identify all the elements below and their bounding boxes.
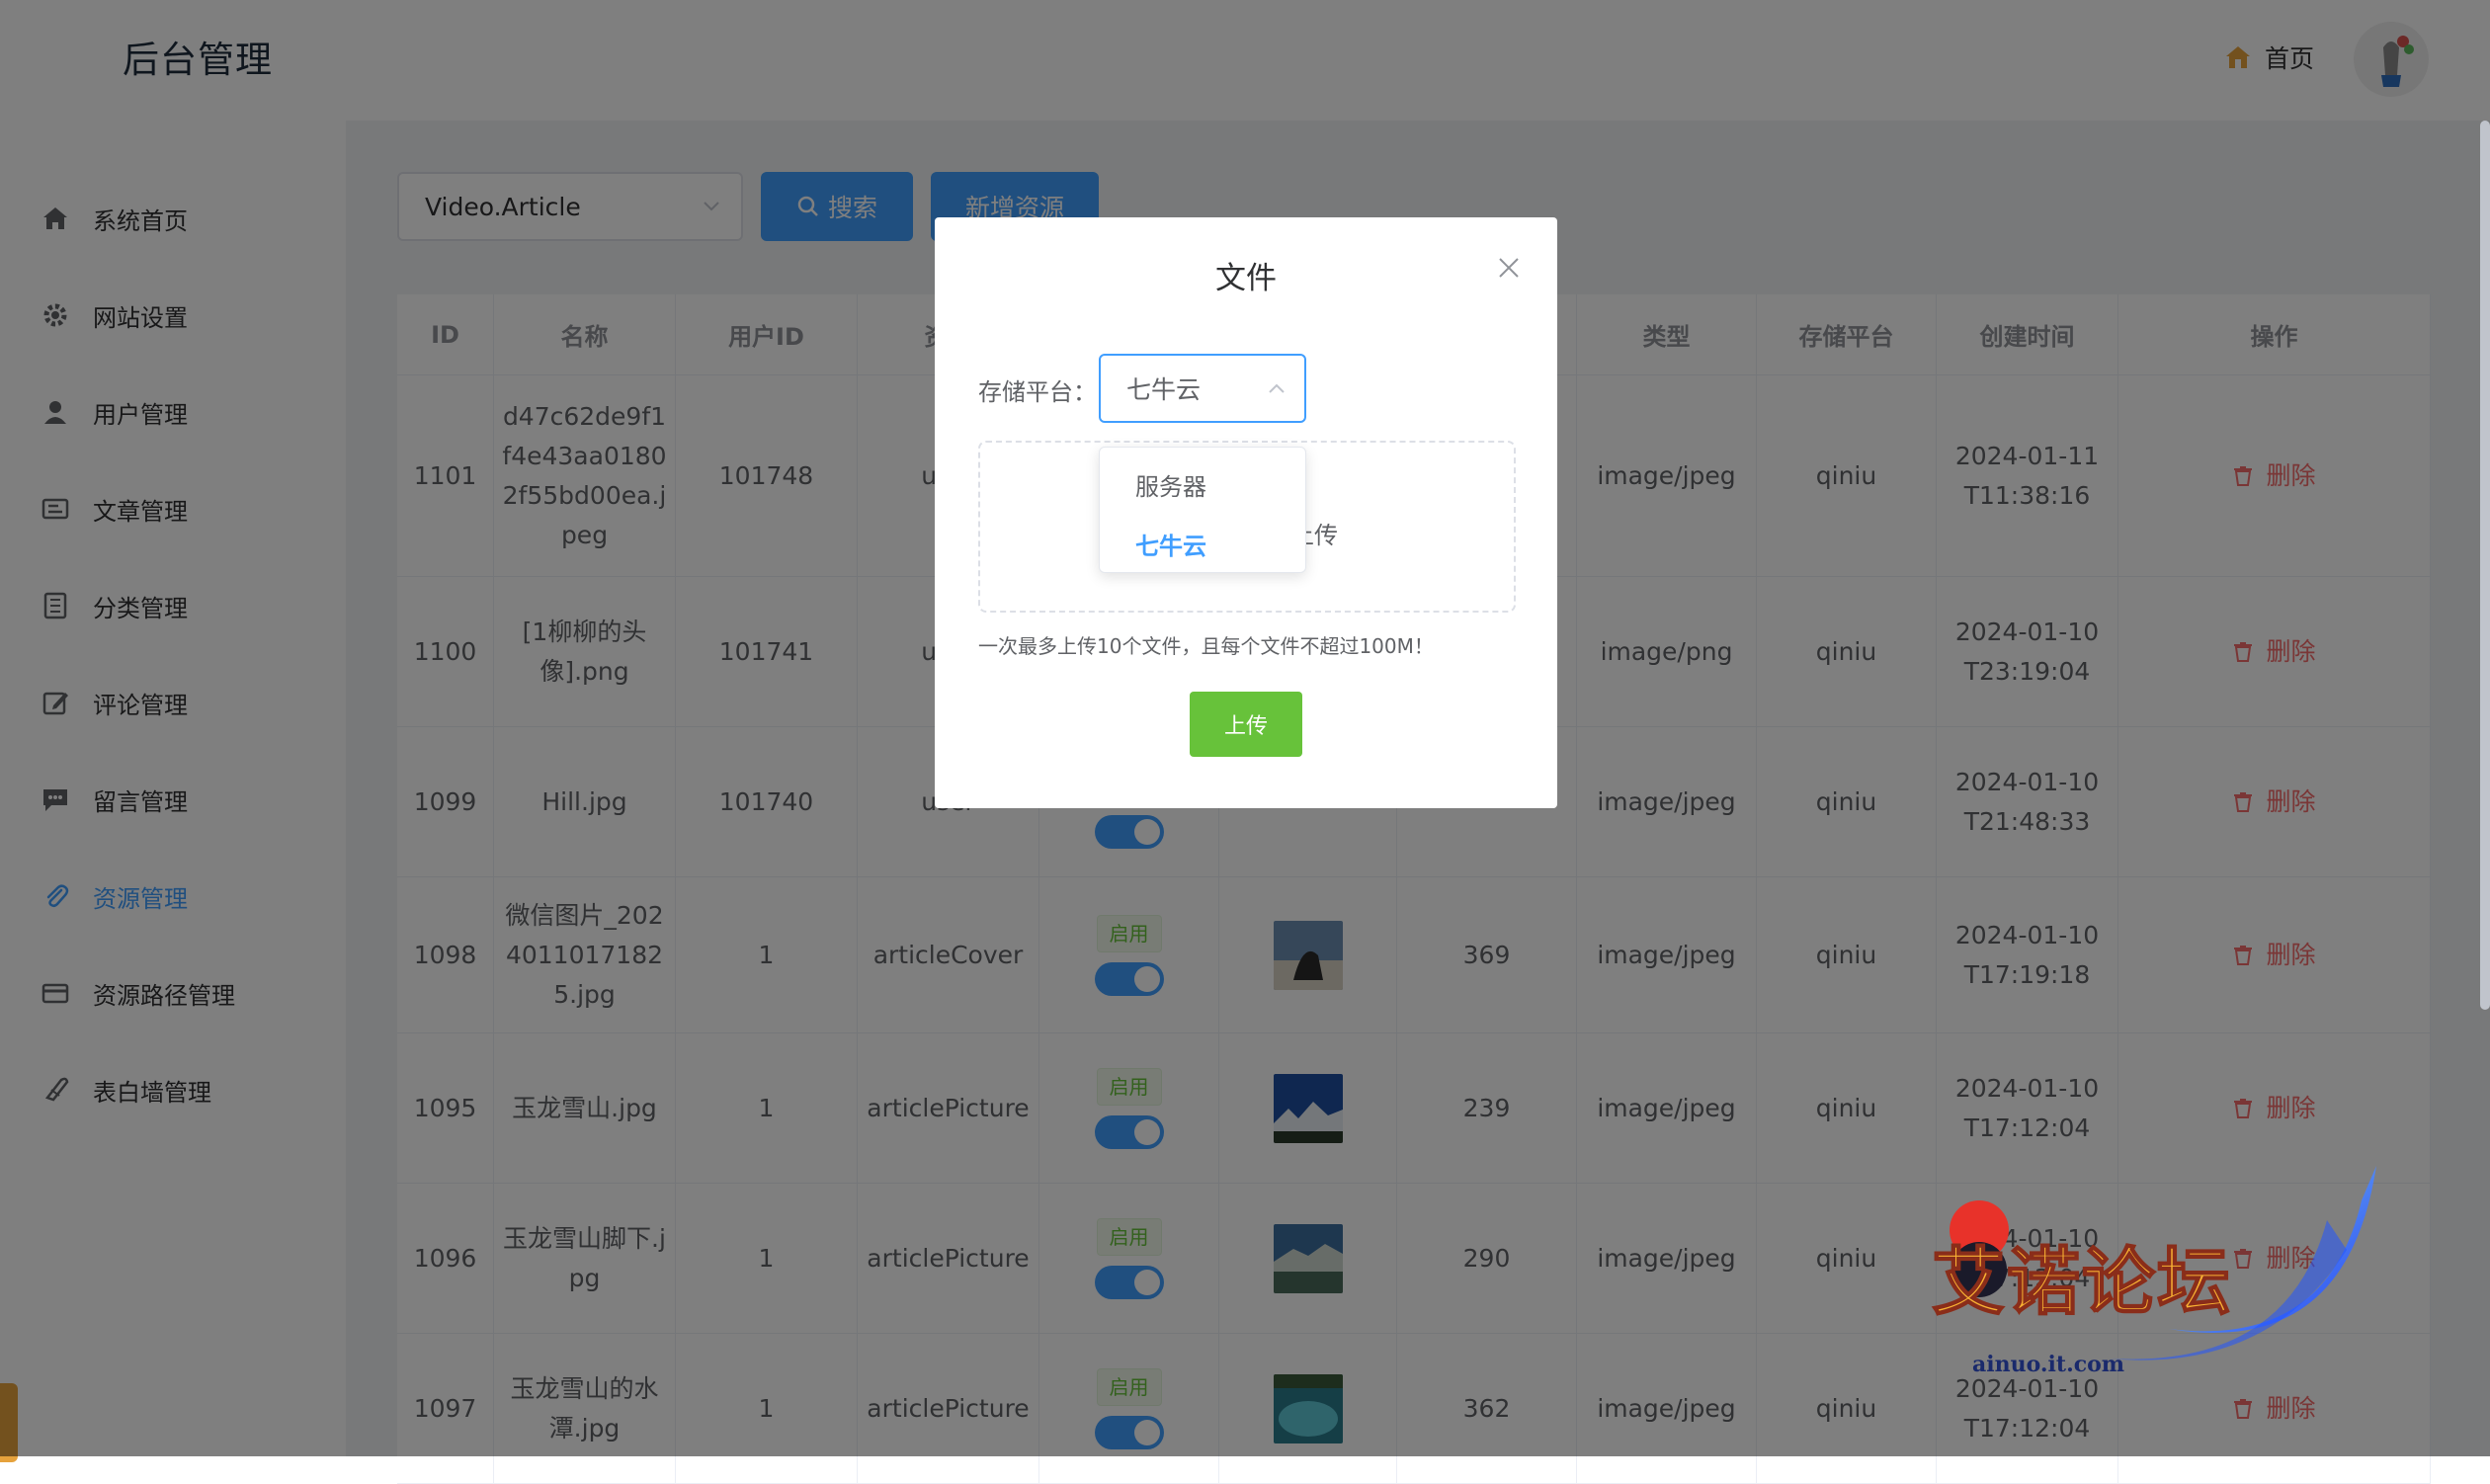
dialog-title: 文件 — [1215, 261, 1277, 296]
platform-option-qiniu[interactable]: 七牛云 — [1135, 527, 1206, 561]
platform-select[interactable]: 七牛云 — [1099, 354, 1306, 423]
platform-dropdown: 服务器 七牛云 — [1099, 447, 1306, 573]
upload-button[interactable]: 上传 — [1190, 692, 1302, 757]
platform-select-value: 七牛云 — [1126, 375, 1202, 404]
upload-tip: 一次最多上传10个文件，且每个文件不超过100M！ — [978, 634, 1434, 658]
chevron-up-icon — [1269, 383, 1285, 393]
watermark-text: 艾诺论坛 — [1931, 1239, 2232, 1326]
watermark-url: ainuo.it.com — [1972, 1352, 2125, 1377]
close-icon[interactable] — [1496, 255, 1522, 281]
platform-label: 存储平台： — [978, 378, 1097, 406]
page-scrollbar[interactable] — [2480, 121, 2490, 1010]
platform-option-server[interactable]: 服务器 — [1135, 467, 1206, 502]
